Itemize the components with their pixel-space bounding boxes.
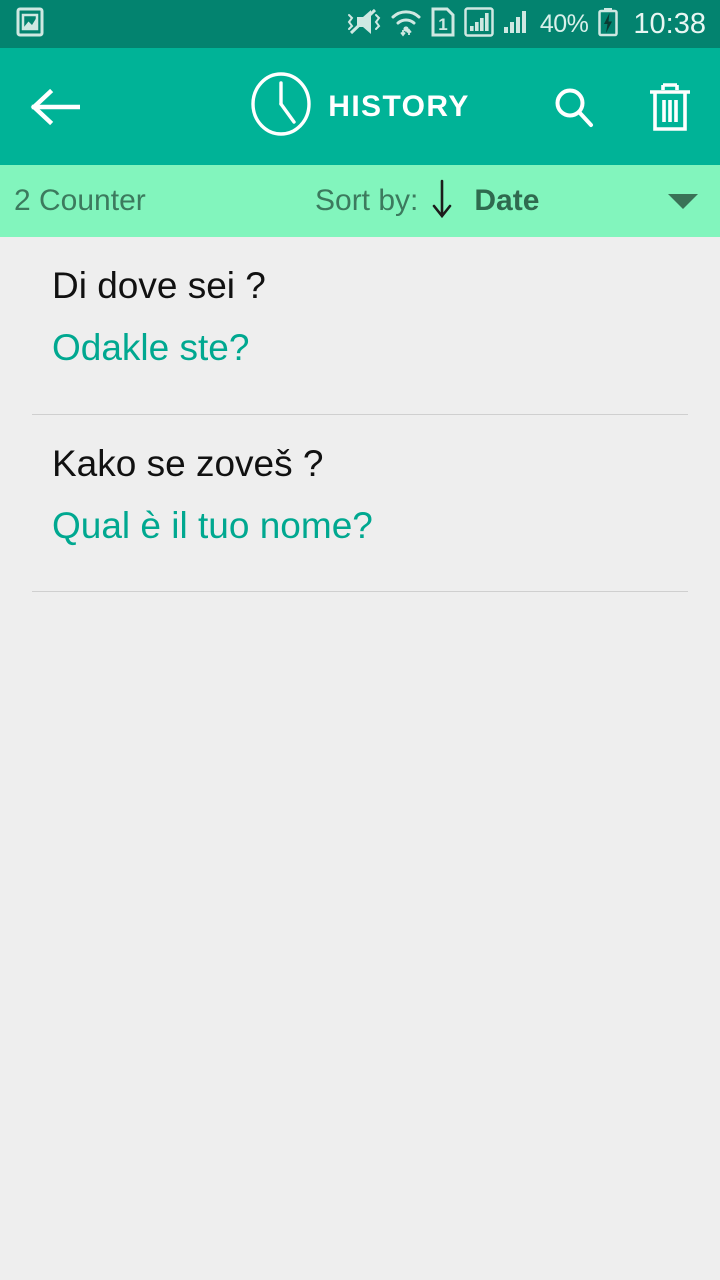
- status-bar-icons: 1 40% 10:38: [345, 6, 706, 42]
- source-text: Kako se zoveš ?: [52, 442, 324, 484]
- page-title: HISTORY: [328, 89, 470, 123]
- sim-1-icon: 1: [431, 7, 455, 42]
- counter-label: 2 Counter: [14, 184, 146, 217]
- translation-text: Odakle ste?: [52, 327, 250, 369]
- signal-sim1-icon: [464, 6, 494, 42]
- list-divider: [32, 591, 688, 592]
- vibrate-mute-icon: [345, 7, 381, 42]
- app-bar: HISTORY: [0, 48, 720, 165]
- status-bar-clock: 10:38: [633, 7, 706, 40]
- status-bar: 1 40% 10:38: [0, 0, 720, 48]
- delete-button[interactable]: [642, 79, 698, 135]
- app-bar-actions: [546, 79, 698, 135]
- battery-percent-label: 40%: [539, 9, 589, 38]
- source-text: Di dove sei ?: [52, 265, 266, 306]
- back-button[interactable]: [24, 77, 84, 137]
- sort-by-label: Sort by:: [315, 184, 419, 217]
- battery-charging-icon: [597, 7, 619, 42]
- search-button[interactable]: [546, 79, 602, 135]
- history-list: Di dove sei ? Odakle ste? Kako se zoveš …: [0, 237, 720, 592]
- sort-bar[interactable]: 2 Counter Sort by: Date: [0, 165, 720, 237]
- clock-icon: [250, 71, 312, 142]
- list-item[interactable]: Kako se zoveš ? Qual è il tuo nome?: [0, 415, 720, 592]
- status-bar-notifications: [16, 7, 44, 42]
- translation-text: Qual è il tuo nome?: [52, 504, 373, 546]
- wifi-icon: [390, 7, 422, 42]
- photo-gallery-icon: [16, 7, 44, 42]
- list-item[interactable]: Di dove sei ? Odakle ste?: [0, 237, 720, 415]
- history-entry[interactable]: Kako se zoveš ? Qual è il tuo nome?: [0, 415, 720, 572]
- history-entry[interactable]: Di dove sei ? Odakle ste?: [0, 237, 720, 394]
- caret-down-icon[interactable]: [668, 193, 698, 209]
- svg-text:1: 1: [438, 15, 447, 34]
- sort-selector[interactable]: Sort by: Date: [315, 177, 539, 226]
- arrow-down-icon[interactable]: [430, 177, 454, 226]
- sort-value-label: Date: [474, 184, 540, 217]
- signal-sim2-icon: [503, 7, 531, 42]
